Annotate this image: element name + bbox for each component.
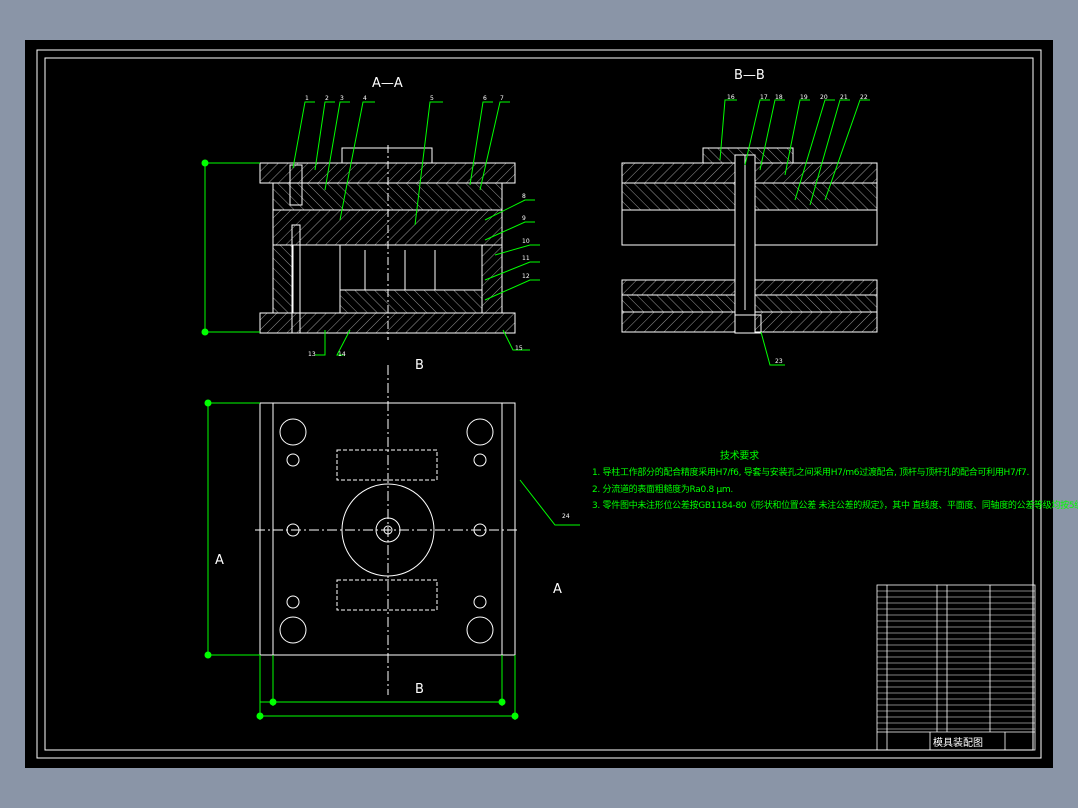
part-label: 2: [325, 95, 329, 102]
title-block: [876, 584, 1036, 751]
part-label-24: 24: [562, 513, 570, 520]
part-label: 13: [308, 351, 316, 358]
part-label: 18: [775, 94, 783, 101]
part-label: 1: [305, 95, 309, 102]
tech-req-item-1: 1. 导柱工作部分的配合精度采用H7/f6, 导套与安装孔之间采用H7/m6过渡…: [592, 468, 1030, 478]
part-label: 9: [522, 215, 526, 222]
cut-a-left-label: A: [215, 553, 224, 568]
cut-b-top-label: B: [415, 358, 424, 373]
part-label: 19: [800, 94, 808, 101]
section-bb-label: B—B: [734, 68, 765, 83]
cad-drawing-canvas[interactable]: A—A B—B B B A A 1 2 3 4 5 6 7 8 9 10 11 12 13 14 15 16…: [25, 40, 1078, 768]
drawing-geometry: [36, 49, 1042, 759]
part-label: 17: [760, 94, 768, 101]
cut-b-bottom-label: B: [415, 682, 424, 697]
part-label: 16: [727, 94, 735, 101]
part-label: 22: [860, 94, 868, 101]
part-label: 5: [430, 95, 434, 102]
part-label: 23: [775, 358, 783, 365]
part-label: 3: [340, 95, 344, 102]
part-label: 15: [515, 345, 523, 352]
cut-a-right-label: A: [553, 582, 562, 597]
part-label: 20: [820, 94, 828, 101]
part-label: 6: [483, 95, 487, 102]
part-label: 14: [338, 351, 346, 358]
section-bb-view: [621, 147, 878, 334]
part-label: 12: [522, 273, 530, 280]
part-label: 10: [522, 238, 530, 245]
plan-view: [255, 365, 520, 695]
section-aa-view: [259, 145, 516, 340]
part-label: 21: [840, 94, 848, 101]
aa-dimension: [201, 159, 260, 336]
plan-dimensions: [204, 399, 580, 720]
section-aa-label: A—A: [372, 76, 403, 91]
part-label: 4: [363, 95, 367, 102]
part-label: 11: [522, 255, 530, 262]
title-block-rows: [877, 590, 1035, 730]
tech-req-item-3: 3. 零件图中未注形位公差按GB1184-80《形状和位置公差 未注公差的规定》…: [592, 501, 1078, 511]
inner-border: [44, 57, 1034, 751]
part-label: 8: [522, 193, 526, 200]
part-label: 7: [500, 95, 504, 102]
drawing-title: 模具装配图: [933, 738, 983, 749]
outer-border: [36, 49, 1042, 759]
tech-req-item-2: 2. 分流道的表面粗糙度为Ra0.8 μm.: [592, 485, 733, 495]
tech-req-title: 技术要求: [720, 451, 759, 462]
